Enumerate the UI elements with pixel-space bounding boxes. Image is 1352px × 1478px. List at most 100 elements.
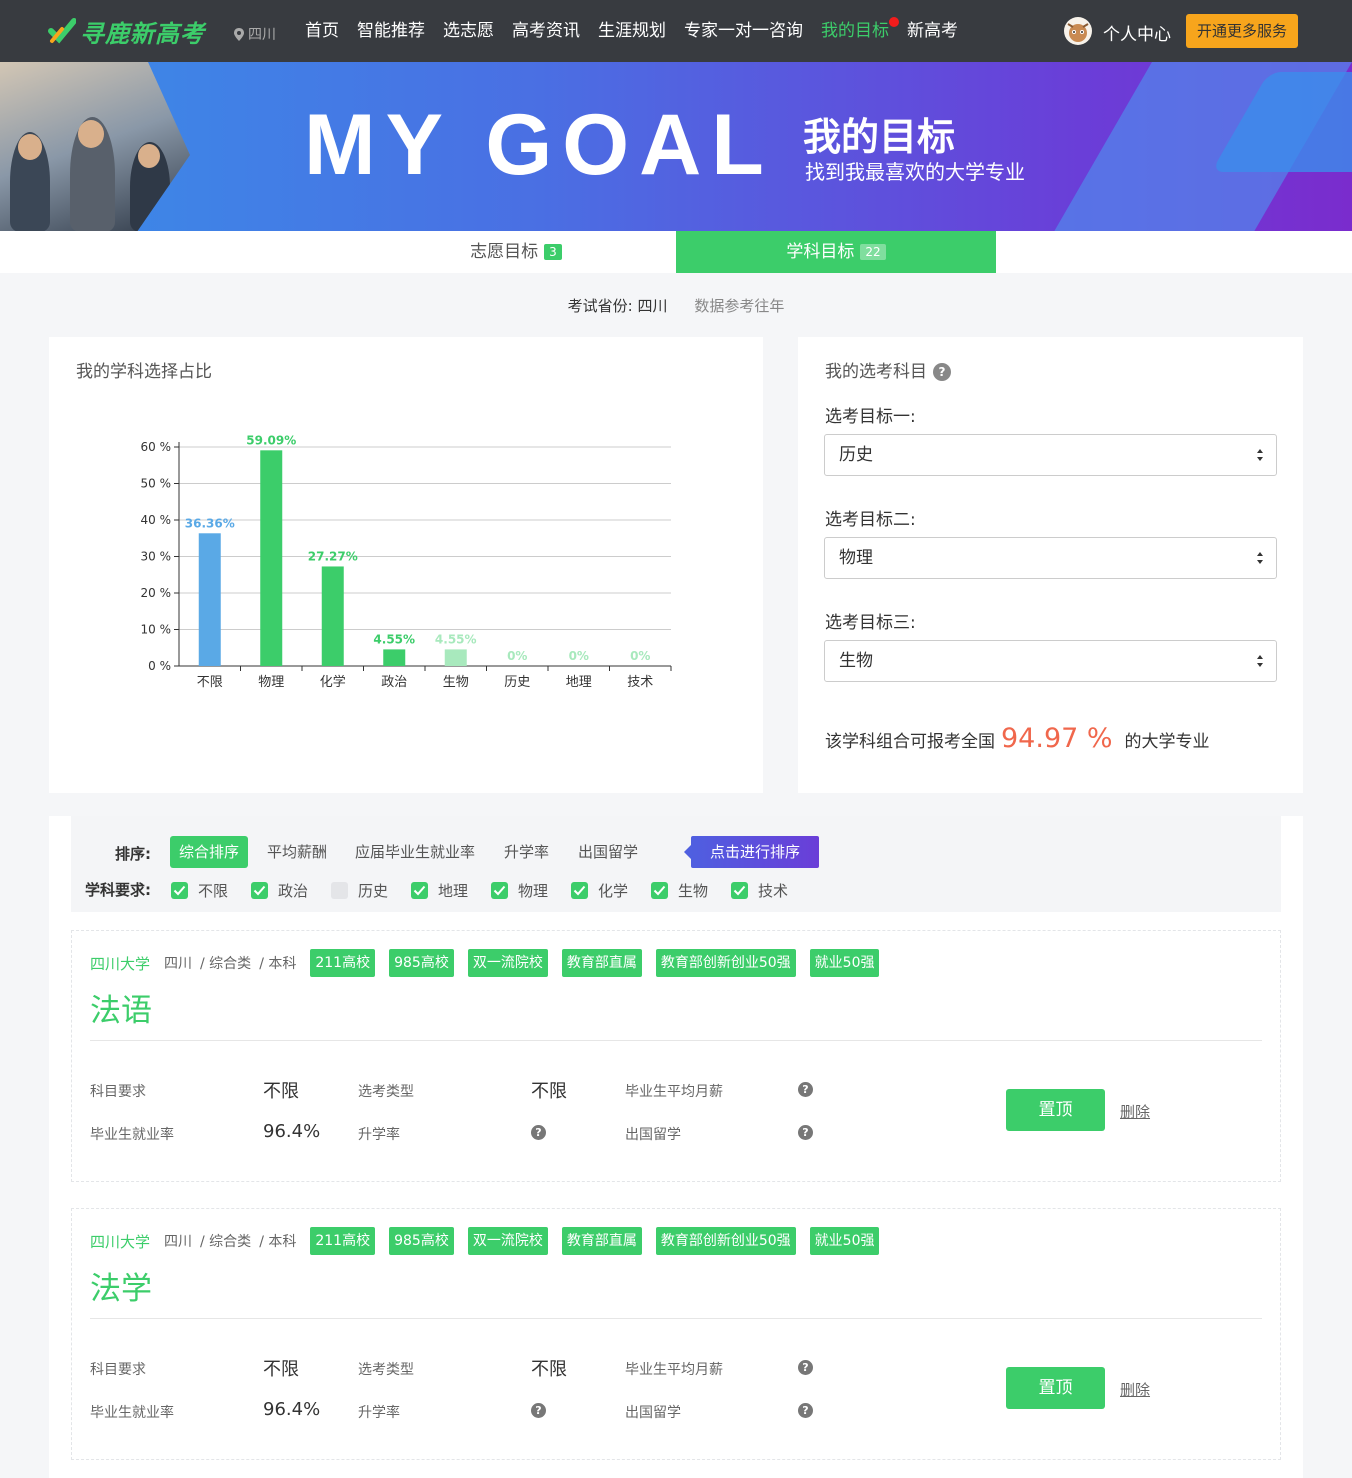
university-type: / 综合类 <box>200 956 252 972</box>
university-name[interactable]: 四川大学 <box>90 1231 150 1252</box>
subject-checkbox[interactable]: 化学 <box>571 880 628 901</box>
my-subjects-title: 我的选考科目? <box>825 357 951 382</box>
subject-req-key: 科目要求 <box>90 1084 146 1100</box>
nav-item[interactable]: 选志愿 <box>443 0 494 62</box>
site-logo[interactable]: 寻鹿新高考 <box>48 14 205 48</box>
ratio-suffix: 的大学专业 <box>1124 732 1210 752</box>
subject-checkbox[interactable]: 历史 <box>331 880 388 901</box>
nav-item[interactable]: 高考资讯 <box>512 0 580 62</box>
nav-item[interactable]: 首页 <box>305 0 339 62</box>
y-tick-label: 10 % <box>141 623 172 637</box>
subject-req-label: 学科要求: <box>85 881 151 899</box>
sort-option[interactable]: 平均薪酬 <box>258 836 336 868</box>
university-name[interactable]: 四川大学 <box>90 953 150 974</box>
target-1-label: 选考目标一: <box>825 407 916 427</box>
location-pin-icon <box>234 27 244 41</box>
checkbox-checked-icon <box>171 882 188 899</box>
location-selector[interactable]: 四川 <box>234 24 276 44</box>
select-type-key: 选考类型 <box>358 1362 414 1378</box>
unknown-value-icon[interactable]: ? <box>798 1360 813 1375</box>
select-arrows-icon <box>1257 449 1263 461</box>
subject-ratio-panel: 我的学科选择占比 0 % 10 % 20 % 30 % 40 % 50 % 60 % 36.3… <box>49 337 763 793</box>
nav-item[interactable]: 新高考 <box>907 0 958 62</box>
nav-item[interactable]: 生涯规划 <box>598 0 666 62</box>
employment-value: 96.4% <box>263 1121 321 1142</box>
university-type: / 综合类 <box>200 1234 252 1250</box>
nav-item-label: 高考资讯 <box>512 21 580 41</box>
x-tick-label: 化学 <box>320 674 346 690</box>
subject-checkbox[interactable]: 物理 <box>491 880 548 901</box>
subject-checkbox[interactable]: 生物 <box>651 880 708 901</box>
hero-banner: MY GOAL 我的目标 找到我最喜欢的大学专业 <box>0 62 1352 231</box>
subject-checkbox-label: 不限 <box>198 882 229 900</box>
sort-label: 排序: <box>115 845 151 863</box>
sort-option[interactable]: 应届毕业生就业率 <box>346 836 484 868</box>
checkbox-checked-icon <box>731 882 748 899</box>
target-2-select[interactable]: 物理 <box>824 537 1277 579</box>
subject-checkbox-label: 地理 <box>438 882 469 900</box>
tab-subject-goal[interactable]: 学科目标 22 <box>676 231 996 273</box>
banner-students-photo <box>0 62 190 231</box>
more-services-button[interactable]: 开通更多服务 <box>1186 14 1298 48</box>
target-3-select[interactable]: 生物 <box>824 640 1277 682</box>
checkbox-checked-icon <box>491 882 508 899</box>
bar-value-label: 0% <box>569 649 589 663</box>
target-3-label: 选考目标三: <box>825 613 916 633</box>
delete-link[interactable]: 删除 <box>1120 1101 1150 1122</box>
bar-value-label: 4.55% <box>373 632 415 646</box>
notification-dot <box>889 17 899 27</box>
major-card: 四川大学 四川 / 综合类 / 本科 211高校 985高校 双一流院校 教育部直属 教育部创新… <box>71 930 1281 1182</box>
subject-checkbox[interactable]: 技术 <box>731 880 788 901</box>
pin-top-button[interactable]: 置顶 <box>1006 1367 1105 1409</box>
unknown-value-icon[interactable]: ? <box>531 1125 546 1140</box>
banner-subtitle: 找到我最喜欢的大学专业 <box>805 160 1025 184</box>
subject-checkbox[interactable]: 不限 <box>171 880 228 901</box>
x-tick-label: 历史 <box>504 675 530 690</box>
tab-count-badge: 3 <box>544 244 562 260</box>
sort-option[interactable]: 升学率 <box>495 836 558 868</box>
tab-count-badge: 22 <box>860 244 886 260</box>
subject-checkbox[interactable]: 政治 <box>251 880 308 901</box>
sort-option[interactable]: 综合排序 <box>170 836 249 868</box>
university-level: / 本科 <box>259 1234 297 1250</box>
unknown-value-icon[interactable]: ? <box>798 1125 813 1140</box>
nav-item[interactable]: 我的目标 <box>821 0 899 62</box>
help-icon[interactable]: ? <box>933 363 951 381</box>
nav-item-label: 生涯规划 <box>598 21 666 41</box>
ratio-value: 94.97 % <box>1001 723 1113 754</box>
nav-item[interactable]: 智能推荐 <box>357 0 425 62</box>
unknown-value-icon[interactable]: ? <box>798 1403 813 1418</box>
university-tag: 教育部创新创业50强 <box>655 1227 796 1255</box>
tab-volunteer-goal[interactable]: 志愿目标 3 <box>356 231 676 273</box>
major-name[interactable]: 法学 <box>90 1263 152 1308</box>
subject-checkbox[interactable]: 地理 <box>411 880 468 901</box>
study-abroad-key: 出国留学 <box>625 1405 681 1421</box>
university-tag: 211高校 <box>310 1227 376 1255</box>
target-2-value: 物理 <box>839 548 873 568</box>
bar-value-label: 0% <box>630 649 650 663</box>
target-1-select[interactable]: 历史 <box>824 434 1277 476</box>
major-name[interactable]: 法语 <box>90 985 152 1030</box>
checkbox-unchecked-icon <box>331 882 348 899</box>
nav-item-label: 选志愿 <box>443 21 494 41</box>
university-tag: 教育部直属 <box>561 949 642 977</box>
nav-item[interactable]: 专家一对一咨询 <box>684 0 803 62</box>
unknown-value-icon[interactable]: ? <box>531 1403 546 1418</box>
nav-item-label: 首页 <box>305 21 339 41</box>
checkbox-checked-icon <box>651 882 668 899</box>
nav-item-label: 智能推荐 <box>357 21 425 41</box>
salary-key: 毕业生平均月薪 <box>625 1084 723 1100</box>
pin-top-button[interactable]: 置顶 <box>1006 1089 1105 1131</box>
sort-option[interactable]: 出国留学 <box>569 836 647 868</box>
subject-checkbox-label: 历史 <box>358 882 389 900</box>
salary-key: 毕业生平均月薪 <box>625 1362 723 1378</box>
personal-center-link[interactable]: 个人中心 <box>1103 20 1171 45</box>
unknown-value-icon[interactable]: ? <box>798 1082 813 1097</box>
delete-link[interactable]: 删除 <box>1120 1379 1150 1400</box>
university-tag: 双一流院校 <box>467 949 548 977</box>
university-tag: 教育部创新创业50强 <box>655 949 796 977</box>
avatar[interactable] <box>1064 17 1092 45</box>
university-tag: 就业50强 <box>809 949 880 977</box>
top-nav: 寻鹿新高考 四川 首页 智能推荐 选志愿 高考资讯 生涯规划 专家一对一咨询 我的目标 新高考… <box>0 0 1352 62</box>
checkbox-checked-icon <box>251 882 268 899</box>
